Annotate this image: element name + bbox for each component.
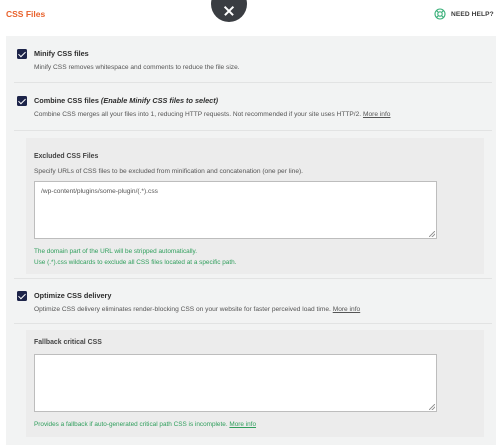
fallback-css-note-text: Provides a fallback if auto-generated cr… xyxy=(34,421,228,428)
need-help-label: NEED HELP? xyxy=(451,10,494,18)
fallback-css-more-info-link[interactable]: More info xyxy=(229,421,256,428)
minify-css-label: Minify CSS files xyxy=(34,49,89,58)
excluded-css-note-1: The domain part of the URL will be strip… xyxy=(34,248,198,255)
resize-handle-icon[interactable] xyxy=(429,404,435,410)
section-header: CSS Files NEED HELP? xyxy=(0,0,500,31)
combine-css-label: Combine CSS files (Enable Minify CSS fil… xyxy=(34,96,218,105)
divider xyxy=(14,278,492,279)
excluded-css-label: Excluded CSS Files xyxy=(34,153,99,160)
excluded-css-textarea[interactable]: /wp-content/plugins/some-plugin/(.*).css xyxy=(34,181,437,239)
combine-css-checkbox[interactable] xyxy=(17,96,27,106)
excluded-css-note-2: Use (.*).css wildcards to exclude all CS… xyxy=(34,259,237,266)
combine-css-label-hint: (Enable Minify CSS files to select) xyxy=(100,96,219,105)
fallback-css-textarea[interactable] xyxy=(34,354,437,412)
optimize-css-delivery-label: Optimize CSS delivery xyxy=(34,291,112,300)
combine-css-description: Combine CSS merges all your files into 1… xyxy=(34,111,390,118)
divider xyxy=(14,82,492,83)
minify-css-checkbox[interactable] xyxy=(17,49,27,59)
close-icon[interactable] xyxy=(211,0,247,22)
minify-css-description: Minify CSS removes whitespace and commen… xyxy=(34,64,240,71)
excluded-css-description: Specify URLs of CSS files to be excluded… xyxy=(34,168,304,175)
need-help-button[interactable]: NEED HELP? xyxy=(434,7,494,21)
excluded-css-textarea-value: /wp-content/plugins/some-plugin/(.*).css xyxy=(41,188,158,195)
combine-css-more-info-link[interactable]: More info xyxy=(363,111,391,118)
section-title: CSS Files xyxy=(6,9,46,19)
divider xyxy=(14,130,492,131)
optimize-css-delivery-more-info-link[interactable]: More info xyxy=(333,306,361,313)
optimize-css-delivery-description: Optimize CSS delivery eliminates render-… xyxy=(34,306,360,313)
fallback-css-label: Fallback critical CSS xyxy=(34,339,102,346)
combine-css-description-text: Combine CSS merges all your files into 1… xyxy=(34,111,362,118)
optimize-css-delivery-description-text: Optimize CSS delivery eliminates render-… xyxy=(34,306,331,313)
fallback-css-note: Provides a fallback if auto-generated cr… xyxy=(34,419,256,430)
resize-handle-icon[interactable] xyxy=(429,231,435,237)
combine-css-label-text: Combine CSS files xyxy=(34,96,99,105)
settings-panel: Minify CSS files Minify CSS removes whit… xyxy=(6,36,496,445)
lifebuoy-icon xyxy=(434,8,446,20)
divider xyxy=(14,323,492,324)
optimize-css-delivery-checkbox[interactable] xyxy=(17,291,27,301)
